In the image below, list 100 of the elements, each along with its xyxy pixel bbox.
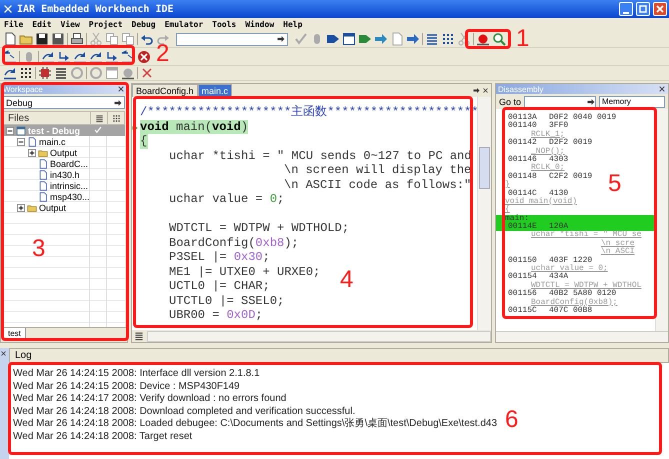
folder-icon xyxy=(27,202,37,212)
function-icon[interactable] xyxy=(134,331,144,341)
source-line: RCLK_0; xyxy=(530,163,565,172)
toolbar-combo-field[interactable] xyxy=(176,32,288,46)
check-icon[interactable] xyxy=(294,32,308,46)
log-message: Wed Mar 26 14:24:17 2008: Verify download : no errors found xyxy=(13,393,286,406)
file-tab[interactable]: main.c xyxy=(198,84,232,97)
grid-icon[interactable] xyxy=(441,32,455,46)
configuration-dropdown[interactable]: Debug xyxy=(3,96,125,109)
source-line: uchar value = 0; xyxy=(531,264,608,274)
dropdown-arrow-icon[interactable] xyxy=(114,98,122,106)
code-line: UTCTL0 |= SSEL0; xyxy=(169,294,284,308)
clipboard-icon[interactable] xyxy=(121,32,135,46)
chip-icon[interactable] xyxy=(38,66,52,80)
menu-item[interactable]: File xyxy=(4,20,24,29)
source-line: } xyxy=(505,180,510,190)
x-mark-icon[interactable] xyxy=(140,66,154,80)
instruction-line: 00115C 407C 00B8 xyxy=(507,306,592,316)
scissors-icon[interactable] xyxy=(89,32,103,46)
dot-icon[interactable] xyxy=(121,66,135,80)
marker-icon xyxy=(132,125,138,131)
panel-title: Workspace xyxy=(3,84,43,94)
tree-item[interactable]: msp430... xyxy=(3,191,125,202)
close-icon[interactable] xyxy=(658,85,666,93)
code-label: main: xyxy=(505,214,530,223)
magnifier-icon[interactable] xyxy=(492,32,506,46)
tag-icon[interactable] xyxy=(358,32,372,46)
code-line: uchar value = 0; xyxy=(169,192,284,206)
code-line: ME1 |= UTXE0 + URXE0; xyxy=(169,264,320,279)
goto-field[interactable] xyxy=(524,96,596,108)
dropdown-arrow-icon[interactable] xyxy=(587,98,596,106)
memory-field[interactable]: Memory xyxy=(599,96,665,108)
menu-item[interactable]: Help xyxy=(283,20,302,29)
tree-item[interactable]: in430.h xyxy=(3,169,125,180)
list-icon[interactable] xyxy=(54,66,68,80)
arrow-icon[interactable] xyxy=(374,32,388,46)
source-line: \n ASCI xyxy=(600,247,635,256)
minimize-button[interactable] xyxy=(619,2,633,16)
vertical-scrollbar[interactable] xyxy=(477,97,491,330)
code-line: WDTCTL = WDTPW + WDTHOLD; xyxy=(169,221,350,236)
collapse-toggle-icon[interactable] xyxy=(17,138,25,146)
source-line: void main(void) xyxy=(505,196,578,206)
source-line: BoardConfig(0xb8); xyxy=(531,298,618,307)
new-file-icon[interactable] xyxy=(3,32,17,46)
pages-icon[interactable] xyxy=(105,32,119,46)
expand-toggle-icon[interactable] xyxy=(28,148,36,156)
stop-icon[interactable] xyxy=(137,50,151,64)
code-line: \n screen will display the xyxy=(284,163,472,178)
close-icon[interactable] xyxy=(482,87,489,94)
close-icon[interactable] xyxy=(0,350,7,357)
close-icon[interactable] xyxy=(117,85,125,93)
tree-item[interactable]: intrinsic... xyxy=(3,180,125,191)
window-icon[interactable] xyxy=(342,32,356,46)
source-line: RCLK_1; xyxy=(531,130,565,139)
scissors-icon[interactable] xyxy=(457,32,471,46)
code-line: \n ASCII code as follows:" xyxy=(284,178,472,192)
dot-icon[interactable] xyxy=(476,32,490,46)
tag-icon[interactable] xyxy=(326,32,340,46)
horizontal-scrollbar[interactable] xyxy=(147,330,491,342)
file-tab[interactable]: BoardConfig.h xyxy=(132,84,198,97)
step-icon[interactable] xyxy=(3,66,17,80)
menu-item[interactable]: Emulator xyxy=(164,20,204,29)
save-icon[interactable] xyxy=(35,32,49,46)
tree-item[interactable]: Output xyxy=(3,202,125,213)
arrow-icon[interactable] xyxy=(406,32,420,46)
dropdown-arrow-icon[interactable] xyxy=(277,35,285,43)
source-line: \n scre xyxy=(600,238,635,248)
close-button[interactable] xyxy=(653,2,667,16)
print-icon[interactable] xyxy=(70,32,84,46)
code-line: /********************主函数********************* xyxy=(140,105,477,120)
list-icon[interactable] xyxy=(425,32,439,46)
source-line: uchar *tishi = " MCU se xyxy=(530,230,642,240)
undo-icon[interactable] xyxy=(140,32,154,46)
step-into-icon[interactable] xyxy=(57,50,71,64)
menu-item[interactable]: Debug xyxy=(132,20,156,29)
sort-icon[interactable] xyxy=(94,114,104,122)
options-icon[interactable] xyxy=(112,114,120,122)
tree-item[interactable]: BoardC... xyxy=(3,158,125,169)
annotation-number: 2 xyxy=(156,42,170,66)
redo-icon[interactable] xyxy=(156,32,170,46)
grid-icon[interactable] xyxy=(19,66,33,80)
tree-item[interactable]: main.c xyxy=(3,136,125,147)
horizontal-scrollbar[interactable] xyxy=(496,331,668,342)
code-line: UBR00 = 0x0D; xyxy=(169,308,263,322)
disks-icon[interactable] xyxy=(51,32,65,46)
log-tab[interactable]: Log xyxy=(9,348,669,363)
menu-item[interactable]: Project xyxy=(88,20,123,29)
code-line: P3SEL |= 0x30; xyxy=(169,250,270,264)
collapse-toggle-icon[interactable] xyxy=(6,126,14,134)
menu-item[interactable]: View xyxy=(60,20,80,29)
tree-item[interactable]: Output xyxy=(3,147,125,158)
menu-item[interactable]: Edit xyxy=(32,20,52,29)
maximize-button[interactable] xyxy=(636,2,650,16)
instruction-line: 001156 40B2 5A80 0120 xyxy=(507,290,616,298)
menu-item[interactable]: Window xyxy=(245,20,274,29)
instruction-line: 001150 403F 1220 xyxy=(507,256,592,265)
run-to-cursor-icon[interactable] xyxy=(105,50,119,64)
menu-item[interactable]: Tools xyxy=(212,20,236,29)
dropdown-arrow-icon[interactable] xyxy=(473,87,480,94)
expand-toggle-icon[interactable] xyxy=(17,204,25,212)
